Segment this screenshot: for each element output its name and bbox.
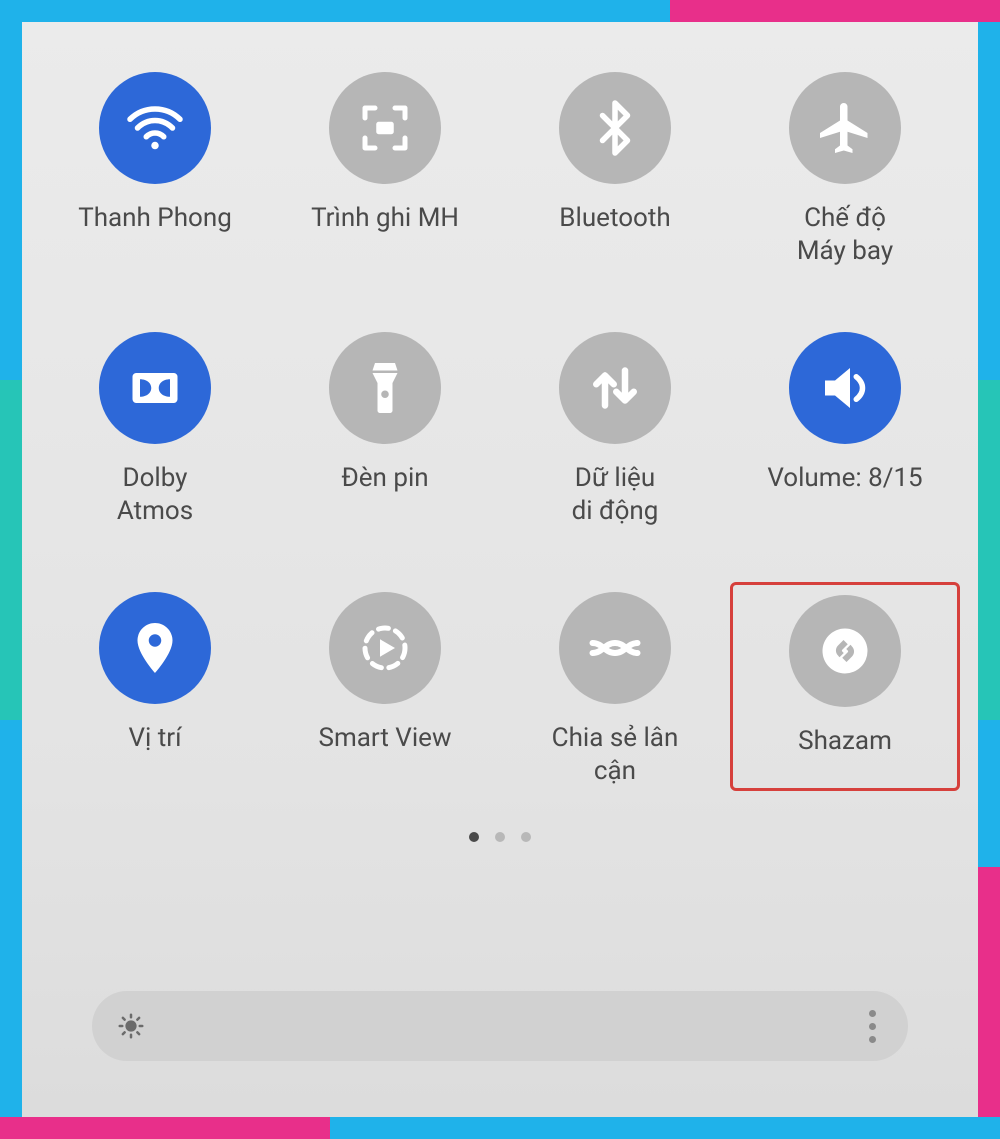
page-dot [521,832,531,842]
page-dot [469,832,479,842]
data-icon [559,332,671,444]
tile-screen-recorder[interactable]: Trình ghi MH [270,62,500,235]
brightness-icon [116,1011,146,1041]
tile-nearby-share[interactable]: Chia sẻ lân cận [500,582,730,787]
quick-settings-grid: Thanh Phong Trình ghi MH Bluetooth [40,62,960,812]
tile-label: Dữ liệu di động [572,462,659,527]
dolby-icon [99,332,211,444]
location-icon [99,592,211,704]
tile-label: Shazam [798,725,892,758]
frame-accent-teal-right [978,380,1000,720]
page-dot [495,832,505,842]
tile-label: Volume: 8/15 [767,462,922,495]
tile-label: Chia sẻ lân cận [552,722,679,787]
tile-dolby-atmos[interactable]: Dolby Atmos [40,322,270,527]
tile-airplane-mode[interactable]: Chế độ Máy bay [730,62,960,267]
bluetooth-icon [559,72,671,184]
tile-label: Bluetooth [559,202,670,235]
tile-label: Đèn pin [341,462,428,495]
frame-accent-pink-top [670,0,1000,22]
tile-label: Vị trí [128,722,181,755]
tile-label: Trình ghi MH [311,202,459,235]
brightness-track[interactable] [146,991,860,1061]
frame-accent-pink-right [978,867,1000,1117]
frame-accent-pink-bottom [0,1117,330,1139]
screenrec-icon [329,72,441,184]
flashlight-icon [329,332,441,444]
quick-settings-panel: Thanh Phong Trình ghi MH Bluetooth [22,22,978,1117]
airplane-icon [789,72,901,184]
shazam-icon [789,595,901,707]
tile-label: Chế độ Máy bay [797,202,893,267]
tile-shazam[interactable]: Shazam [730,582,960,791]
brightness-slider[interactable] [92,991,908,1061]
tile-location[interactable]: Vị trí [40,582,270,755]
volume-icon [789,332,901,444]
tile-wifi[interactable]: Thanh Phong [40,62,270,235]
tile-label: Thanh Phong [78,202,232,235]
wifi-icon [99,72,211,184]
tile-smart-view[interactable]: Smart View [270,582,500,755]
nearby-icon [559,592,671,704]
smartview-icon [329,592,441,704]
tile-label: Smart View [319,722,452,755]
tile-bluetooth[interactable]: Bluetooth [500,62,730,235]
tile-flashlight[interactable]: Đèn pin [270,322,500,495]
tile-mobile-data[interactable]: Dữ liệu di động [500,322,730,527]
brightness-more-button[interactable] [860,1010,884,1043]
pagination-dots[interactable] [40,832,960,842]
frame-accent-teal-left [0,380,22,720]
tile-label: Dolby Atmos [117,462,193,527]
tile-volume[interactable]: Volume: 8/15 [730,322,960,495]
